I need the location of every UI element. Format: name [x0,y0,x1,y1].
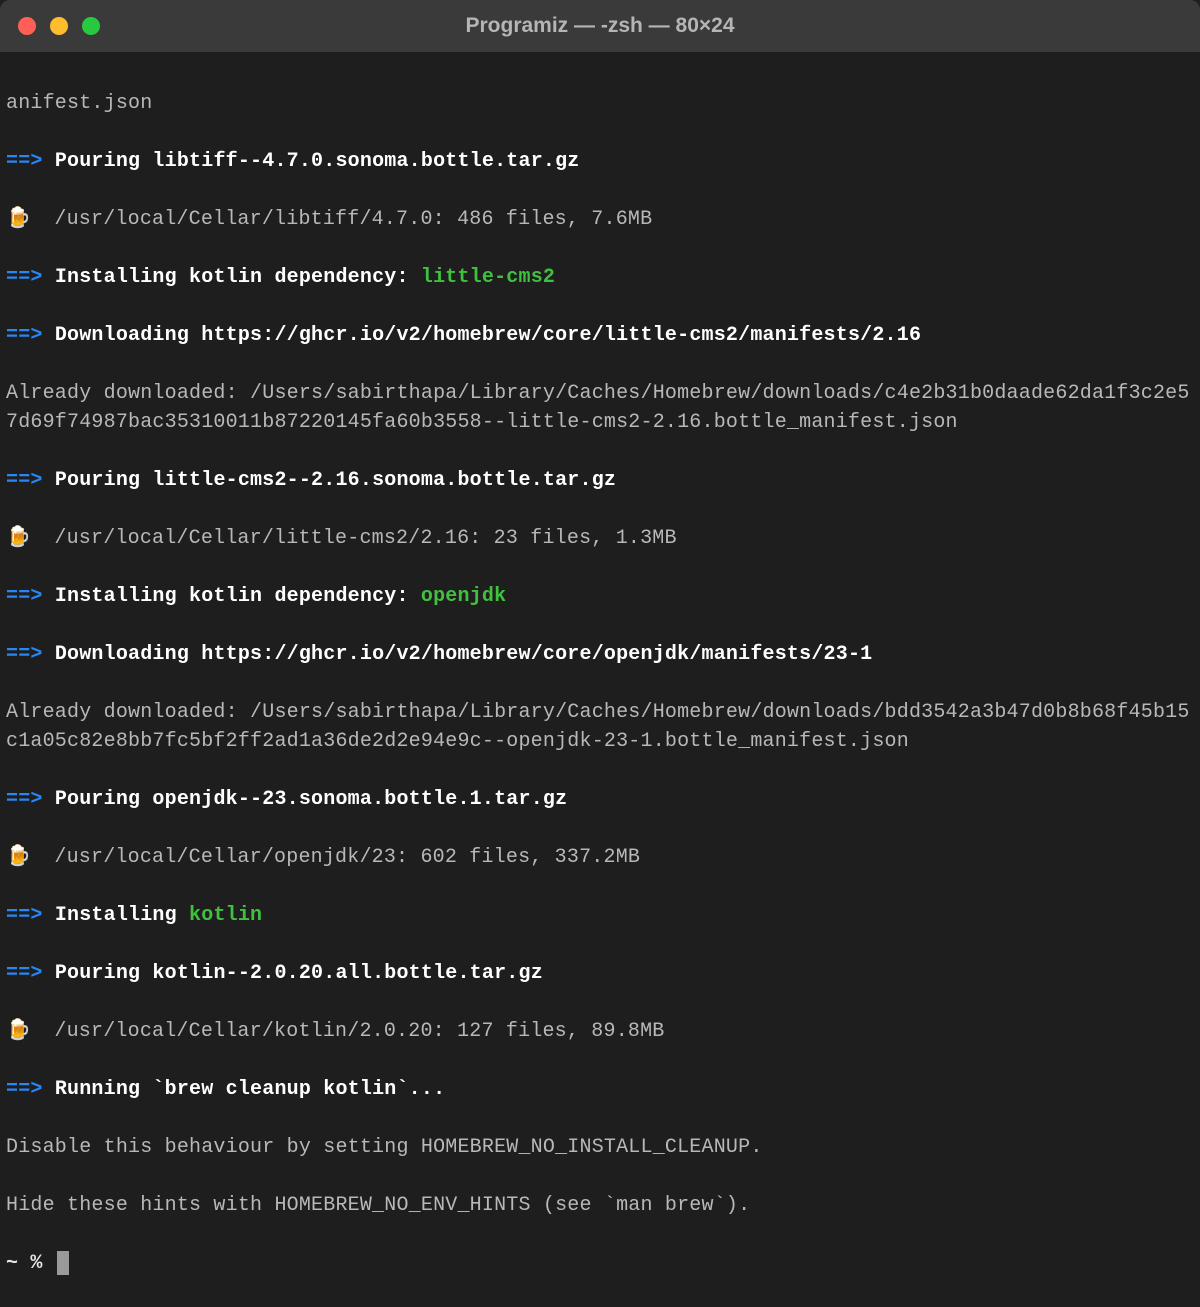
cursor [57,1251,69,1275]
beer-icon: 🍺 [6,1017,30,1046]
beer-icon: 🍺 [6,524,30,553]
beer-icon: 🍺 [6,843,30,872]
package-name: openjdk [421,585,506,608]
output-line: 🍺 /usr/local/Cellar/openjdk/23: 602 file… [6,843,1194,872]
traffic-lights [18,17,100,35]
arrow-icon: ==> [6,643,43,666]
output-line: anifest.json [6,89,1194,118]
output-line: 🍺 /usr/local/Cellar/libtiff/4.7.0: 486 f… [6,205,1194,234]
prompt-line[interactable]: ~ % [6,1249,1194,1278]
output-line: ==> Pouring libtiff--4.7.0.sonoma.bottle… [6,147,1194,176]
arrow-icon: ==> [6,150,43,173]
output-text: Pouring little-cms2--2.16.sonoma.bottle.… [55,469,616,492]
output-text: Installing kotlin dependency: [55,585,421,608]
package-name: little-cms2 [421,266,555,289]
output-text: Pouring kotlin--2.0.20.all.bottle.tar.gz [55,962,543,985]
output-line: Already downloaded: /Users/sabirthapa/Li… [6,698,1194,756]
arrow-icon: ==> [6,788,43,811]
output-line: ==> Running `brew cleanup kotlin`... [6,1075,1194,1104]
output-line: ==> Installing kotlin dependency: little… [6,263,1194,292]
arrow-icon: ==> [6,266,43,289]
terminal-content[interactable]: anifest.json ==> Pouring libtiff--4.7.0.… [0,52,1200,1307]
window-titlebar: Programiz — -zsh — 80×24 [0,0,1200,52]
maximize-button[interactable] [82,17,100,35]
output-line: ==> Installing kotlin [6,901,1194,930]
output-line: ==> Downloading https://ghcr.io/v2/homeb… [6,640,1194,669]
output-text: /usr/local/Cellar/kotlin/2.0.20: 127 fil… [30,1020,665,1043]
arrow-icon: ==> [6,585,43,608]
minimize-button[interactable] [50,17,68,35]
output-line: ==> Installing kotlin dependency: openjd… [6,582,1194,611]
shell-prompt: ~ % [6,1252,55,1275]
window-title: Programiz — -zsh — 80×24 [0,14,1200,38]
package-name: kotlin [189,904,262,927]
arrow-icon: ==> [6,469,43,492]
output-line: Already downloaded: /Users/sabirthapa/Li… [6,379,1194,437]
beer-icon: 🍺 [6,205,30,234]
output-text: /usr/local/Cellar/little-cms2/2.16: 23 f… [30,527,677,550]
output-line: 🍺 /usr/local/Cellar/little-cms2/2.16: 23… [6,524,1194,553]
arrow-icon: ==> [6,1078,43,1101]
output-line: Disable this behaviour by setting HOMEBR… [6,1133,1194,1162]
output-line: ==> Downloading https://ghcr.io/v2/homeb… [6,321,1194,350]
output-text: /usr/local/Cellar/libtiff/4.7.0: 486 fil… [30,208,652,231]
output-line: Hide these hints with HOMEBREW_NO_ENV_HI… [6,1191,1194,1220]
output-line: ==> Pouring little-cms2--2.16.sonoma.bot… [6,466,1194,495]
arrow-icon: ==> [6,904,43,927]
close-button[interactable] [18,17,36,35]
output-text: Pouring libtiff--4.7.0.sonoma.bottle.tar… [55,150,580,173]
output-text: Installing [55,904,189,927]
output-text: Downloading https://ghcr.io/v2/homebrew/… [55,324,921,347]
output-text: Installing kotlin dependency: [55,266,421,289]
output-line: ==> Pouring openjdk--23.sonoma.bottle.1.… [6,785,1194,814]
output-text: Running `brew cleanup kotlin`... [55,1078,445,1101]
output-line: 🍺 /usr/local/Cellar/kotlin/2.0.20: 127 f… [6,1017,1194,1046]
output-text: /usr/local/Cellar/openjdk/23: 602 files,… [30,846,640,869]
output-text: Pouring openjdk--23.sonoma.bottle.1.tar.… [55,788,567,811]
output-text: Downloading https://ghcr.io/v2/homebrew/… [55,643,873,666]
arrow-icon: ==> [6,324,43,347]
output-line: ==> Pouring kotlin--2.0.20.all.bottle.ta… [6,959,1194,988]
arrow-icon: ==> [6,962,43,985]
